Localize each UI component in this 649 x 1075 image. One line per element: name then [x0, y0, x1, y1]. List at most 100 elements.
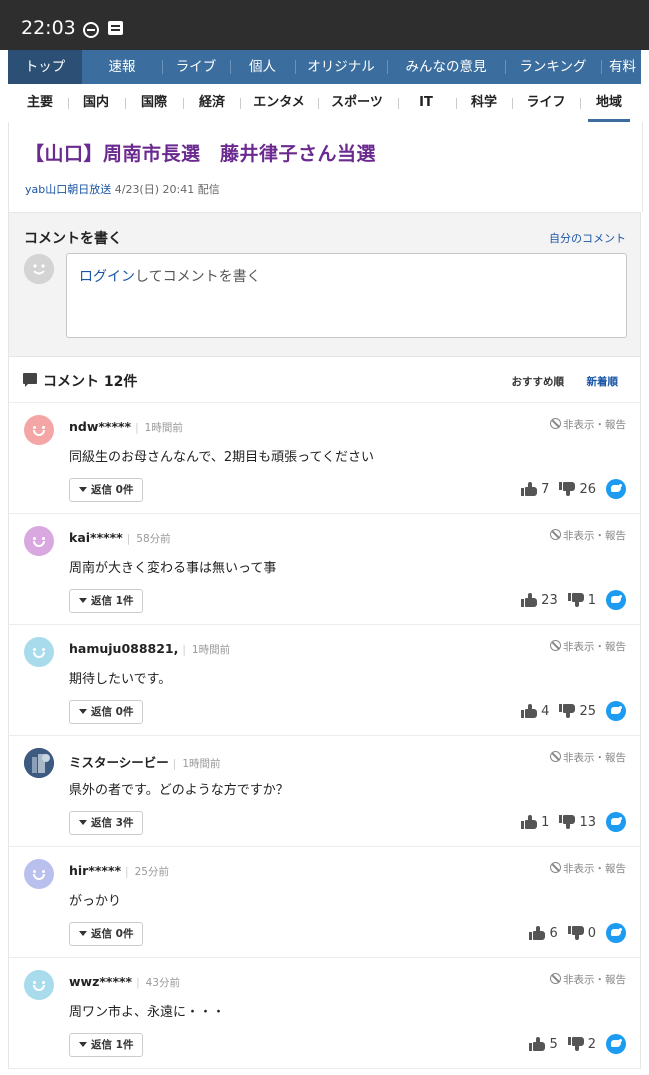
- twitter-share-icon[interactable]: [606, 812, 626, 832]
- article-meta: yab山口朝日放送 4/23(日) 20:41 配信: [25, 181, 220, 197]
- caret-down-icon: [79, 709, 87, 714]
- category-it[interactable]: IT: [404, 84, 448, 122]
- thumbs-down-icon[interactable]: [567, 593, 584, 607]
- article-source-link[interactable]: yab山口朝日放送: [25, 183, 111, 196]
- thumbs-down-icon[interactable]: [559, 704, 576, 718]
- sort-newest-button[interactable]: 新着順: [587, 374, 619, 389]
- my-comments-link[interactable]: 自分のコメント: [549, 230, 626, 246]
- tab-paid[interactable]: 有料: [609, 50, 641, 84]
- tab-live[interactable]: ライブ: [162, 50, 230, 84]
- commenter-name[interactable]: kai*****58分前: [69, 530, 171, 546]
- twitter-share-icon[interactable]: [606, 479, 626, 499]
- thumbs-up-icon[interactable]: [521, 704, 538, 718]
- caret-down-icon: [79, 820, 87, 825]
- hide-report-link[interactable]: 非表示・報告: [550, 639, 626, 654]
- hide-report-link[interactable]: 非表示・報告: [550, 528, 626, 543]
- article-delivered-label: 配信: [197, 183, 220, 196]
- commenter-avatar[interactable]: [24, 637, 54, 667]
- comment-text: 周南が大きく変わる事は無いって事: [69, 561, 277, 576]
- comment-item: hamuju088821,1時間前 非表示・報告期待したいです。返信 0件 4 25: [8, 625, 641, 736]
- commenter-avatar[interactable]: [24, 748, 54, 778]
- thumbs-up-icon[interactable]: [529, 926, 546, 940]
- category-economy[interactable]: 経済: [190, 84, 234, 122]
- article-header: 【山口】周南市長選 藤井律子さん当選 yab山口朝日放送 4/23(日) 20:…: [8, 122, 643, 212]
- category-domestic[interactable]: 国内: [74, 84, 118, 122]
- commenter-name[interactable]: ミスターシービー1時間前: [69, 752, 221, 771]
- replies-toggle-button[interactable]: 返信 3件: [69, 811, 144, 835]
- default-avatar-icon: [24, 254, 54, 284]
- commenter-name[interactable]: hamuju088821,1時間前: [69, 641, 230, 657]
- thumbs-up-icon[interactable]: [521, 482, 538, 496]
- article-datetime: 4/23(日) 20:41: [114, 183, 195, 196]
- hide-report-link[interactable]: 非表示・報告: [550, 861, 626, 876]
- dislike-count: 2: [587, 1036, 596, 1052]
- dislike-count: 1: [587, 592, 596, 608]
- user-photo-icon: [24, 748, 54, 778]
- thumbs-down-icon[interactable]: [559, 815, 576, 829]
- like-count: 6: [549, 925, 558, 941]
- category-nav: 主要 国内 国際 経済 エンタメ スポーツ IT 科学 ライフ 地域: [8, 84, 641, 123]
- thumbs-down-icon[interactable]: [567, 1037, 584, 1051]
- login-link[interactable]: ログイン: [79, 269, 135, 285]
- hide-report-link[interactable]: 非表示・報告: [550, 750, 626, 765]
- twitter-share-icon[interactable]: [606, 923, 626, 943]
- comments-header: コメント 12件 おすすめ順 新着順: [8, 357, 641, 403]
- tab-breaking[interactable]: 速報: [82, 50, 162, 84]
- commenter-name[interactable]: wwz*****43分前: [69, 974, 180, 990]
- comment-input[interactable]: ログインしてコメントを書く: [66, 253, 627, 338]
- thumbs-up-icon[interactable]: [521, 815, 538, 829]
- status-bar: 22:03: [0, 0, 649, 50]
- comment-time: 1時間前: [182, 644, 230, 656]
- replies-toggle-button[interactable]: 返信 1件: [69, 1033, 144, 1057]
- comment-compose: コメントを書く 自分のコメント ログインしてコメントを書く: [8, 212, 641, 357]
- tab-top[interactable]: トップ: [8, 50, 82, 84]
- comment-text: 期待したいです。: [69, 672, 172, 687]
- twitter-share-icon[interactable]: [606, 1034, 626, 1054]
- category-science[interactable]: 科学: [462, 84, 506, 122]
- dislike-count: 25: [579, 703, 596, 719]
- hide-report-link[interactable]: 非表示・報告: [550, 417, 626, 432]
- comment-item: kai*****58分前 非表示・報告周南が大きく変わる事は無いって事返信 1件 2…: [8, 514, 641, 625]
- twitter-share-icon[interactable]: [606, 701, 626, 721]
- tab-personal[interactable]: 個人: [230, 50, 295, 84]
- thumbs-down-icon[interactable]: [567, 926, 584, 940]
- status-time: 22:03: [21, 17, 76, 39]
- tab-original[interactable]: オリジナル: [295, 50, 387, 84]
- tab-opinions[interactable]: みんなの意見: [387, 50, 505, 84]
- comment-time: 1時間前: [173, 758, 221, 770]
- sort-recommended-button[interactable]: おすすめ順: [512, 374, 565, 389]
- app-notification-icon: [108, 21, 123, 35]
- user-avatar: [24, 254, 54, 284]
- category-local[interactable]: 地域: [588, 84, 630, 122]
- commenter-avatar[interactable]: [24, 415, 54, 445]
- comment-time: 58分前: [127, 533, 171, 545]
- hide-report-link[interactable]: 非表示・報告: [550, 972, 626, 987]
- twitter-share-icon[interactable]: [606, 590, 626, 610]
- thumbs-up-icon[interactable]: [529, 1037, 546, 1051]
- thumbs-down-icon[interactable]: [559, 482, 576, 496]
- ban-icon: [550, 640, 561, 651]
- commenter-name[interactable]: ndw*****1時間前: [69, 419, 183, 435]
- category-entertainment[interactable]: エンタメ: [246, 84, 312, 122]
- vote-bar: 60: [529, 923, 626, 943]
- category-life[interactable]: ライフ: [518, 84, 574, 122]
- like-count: 4: [541, 703, 550, 719]
- replies-toggle-button[interactable]: 返信 1件: [69, 589, 144, 613]
- replies-toggle-button[interactable]: 返信 0件: [69, 922, 144, 946]
- ban-icon: [550, 973, 561, 984]
- category-sports[interactable]: スポーツ: [324, 84, 390, 122]
- comment-item: ndw*****1時間前 非表示・報告同級生のお母さんなんで、2期目も頑張ってくだ…: [8, 403, 641, 514]
- replies-toggle-button[interactable]: 返信 0件: [69, 700, 144, 724]
- thumbs-up-icon[interactable]: [521, 593, 538, 607]
- vote-bar: 52: [529, 1034, 626, 1054]
- commenter-name[interactable]: hir*****25分前: [69, 863, 169, 879]
- commenter-avatar[interactable]: [24, 970, 54, 1000]
- commenter-avatar[interactable]: [24, 859, 54, 889]
- commenter-avatar[interactable]: [24, 526, 54, 556]
- tab-ranking[interactable]: ランキング: [505, 50, 601, 84]
- comment-text: 周ワン市よ、永遠に・・・: [69, 1005, 226, 1020]
- category-international[interactable]: 国際: [132, 84, 176, 122]
- category-main[interactable]: 主要: [18, 84, 62, 122]
- comment-text: がっかり: [69, 894, 122, 909]
- replies-toggle-button[interactable]: 返信 0件: [69, 478, 144, 502]
